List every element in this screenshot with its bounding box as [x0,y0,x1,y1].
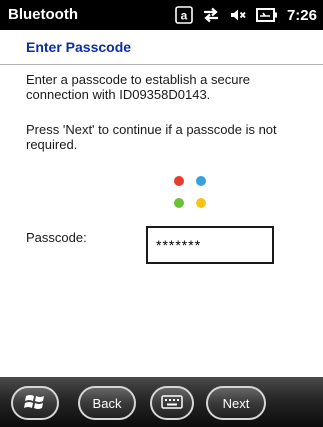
green-dot [174,198,184,208]
page-title: Enter Passcode [26,39,132,55]
speaker-muted-icon [229,6,247,24]
passcode-label: Passcode: [26,230,87,245]
status-bar: Bluetooth a 7:26 [0,0,323,30]
back-button[interactable]: Back [78,386,136,420]
next-button-label: Next [222,395,250,411]
connectivity-arrows-icon [202,6,220,24]
windows-logo-dots [174,176,214,216]
start-button[interactable] [11,386,59,420]
blue-dot [196,176,206,186]
back-button-label: Back [92,395,122,411]
instruction-text: Enter a passcode to establish a secure c… [26,72,251,102]
header: Enter Passcode [0,30,323,65]
bottom-bar: Back Next [0,377,323,427]
keyboard-mode-a-icon: a [175,6,193,24]
svg-text:a: a [181,9,188,23]
next-button[interactable]: Next [206,386,266,420]
clock: 7:26 [286,6,317,24]
passcode-input[interactable] [146,226,274,264]
keyboard-button[interactable] [150,386,194,420]
screen: Bluetooth a 7:26 Enter Passcode Enter a … [0,0,323,427]
yellow-dot [196,198,206,208]
red-dot [174,176,184,186]
status-icons: a 7:26 [175,4,317,26]
app-title: Bluetooth [8,6,78,23]
instruction-text-skip: Press 'Next' to continue if a passcode i… [26,122,277,152]
keyboard-icon [161,394,183,412]
battery-charging-icon [255,7,278,23]
windows-start-icon [24,392,46,415]
